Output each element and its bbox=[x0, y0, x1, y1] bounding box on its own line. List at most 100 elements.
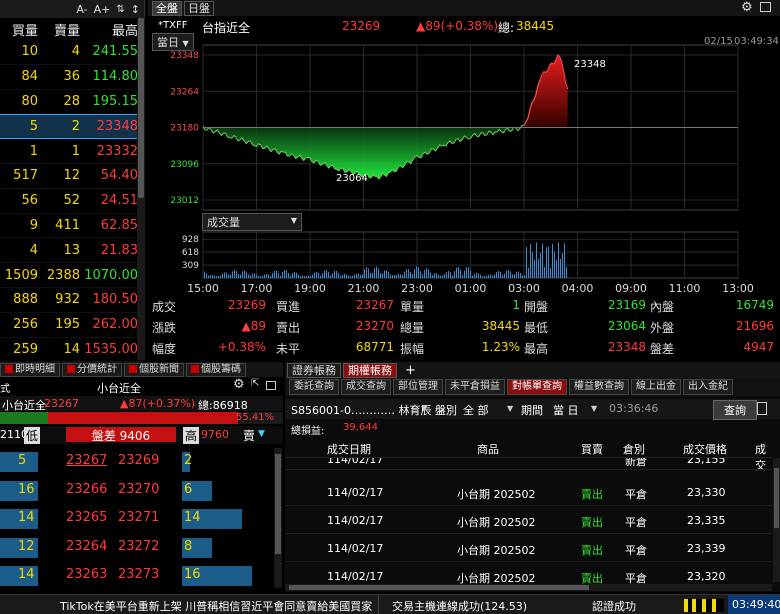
col-buy-qty[interactable]: 買量 bbox=[0, 20, 38, 39]
volume-bar bbox=[296, 272, 297, 278]
settings-icon[interactable]: ↕ bbox=[131, 3, 140, 16]
table-row[interactable]: 517 12 54.40 bbox=[0, 164, 144, 189]
quote-label: 漲跌 bbox=[152, 321, 177, 335]
column-header[interactable]: 成交日期 bbox=[327, 441, 371, 457]
account-subtab[interactable]: 對帳單查詢 bbox=[507, 379, 567, 395]
buy-qty: 256 bbox=[13, 317, 38, 333]
table-row[interactable]: 256 195 262.00 bbox=[0, 313, 144, 338]
font-larger-button[interactable]: A+ bbox=[94, 3, 111, 16]
horizontal-scrollbar[interactable] bbox=[285, 584, 772, 591]
news-ticker[interactable]: TikTok在美平台重新上架 川普稱相信習近平會同意賣給美國買家 bbox=[60, 598, 372, 614]
close-icon[interactable] bbox=[5, 364, 13, 373]
query-button[interactable]: 查詢 bbox=[713, 400, 757, 420]
order-book-row[interactable]: 12 23264 23272 8 bbox=[0, 534, 283, 563]
account-subtab[interactable]: 線上出金 bbox=[631, 379, 681, 395]
table-row[interactable]: 80 28 195.15 bbox=[0, 90, 144, 115]
detail-tab[interactable]: 即時明細 bbox=[0, 362, 60, 377]
detail-tab[interactable]: 個股籌碼 bbox=[186, 362, 246, 377]
volume-bar bbox=[340, 275, 341, 278]
ask-price[interactable]: 23270 bbox=[118, 482, 159, 497]
table-row[interactable]: 114/02/17 小台期 202502 賣出 平倉 23,339 bbox=[285, 534, 772, 562]
volume-bar bbox=[558, 242, 559, 278]
ask-price[interactable]: 23272 bbox=[118, 539, 159, 554]
table-row[interactable]: 1 1 23332 bbox=[0, 139, 144, 164]
add-tab-button[interactable]: + bbox=[405, 363, 416, 378]
ask-price[interactable]: 23273 bbox=[118, 567, 159, 582]
chevron-down-icon[interactable]: ▼ bbox=[421, 404, 427, 413]
list-body: 10 4 241.55 84 36 114.80 80 28 195.15 5 2 23348 1 1 23… bbox=[0, 40, 144, 388]
column-header[interactable]: 買賣 bbox=[581, 441, 603, 457]
column-header[interactable]: 成交價格 bbox=[683, 441, 727, 457]
settings-gear-icon[interactable]: ⚙ bbox=[233, 377, 245, 392]
close-icon[interactable] bbox=[129, 364, 137, 373]
chevron-down-icon[interactable]: ▼ bbox=[258, 429, 265, 439]
table-row[interactable]: 5 2 23348 bbox=[0, 114, 144, 140]
pin-icon[interactable]: ⇱ bbox=[251, 378, 259, 389]
filter-select[interactable]: 全 部 bbox=[463, 402, 489, 418]
volume-bar bbox=[268, 274, 269, 278]
sort-icon[interactable]: ⇅ bbox=[116, 4, 124, 15]
bid-price[interactable]: 23265 bbox=[66, 510, 107, 525]
table-row[interactable]: 888 932 180.50 bbox=[0, 288, 144, 313]
close-icon[interactable] bbox=[191, 364, 199, 373]
account-tab[interactable]: 證券帳務 bbox=[287, 362, 341, 378]
bid-qty: 12 bbox=[18, 538, 35, 554]
table-row[interactable]: 10 4 241.55 bbox=[0, 40, 144, 65]
period-select[interactable]: 當 日 bbox=[553, 402, 579, 418]
bid-price[interactable]: 23263 bbox=[66, 567, 107, 582]
table-row[interactable]: 114/02/17 小台期 202502 賣出 平倉 23,335 bbox=[285, 506, 772, 534]
col-high[interactable]: 最高 bbox=[80, 20, 138, 39]
volume-select[interactable]: 成交量 ▼ bbox=[202, 213, 302, 231]
ask-price[interactable]: 23269 bbox=[118, 453, 159, 468]
table-row[interactable]: 259 14 1535.00 bbox=[0, 338, 144, 363]
volume-bar bbox=[218, 275, 219, 278]
bid-price[interactable]: 23267 bbox=[66, 453, 107, 468]
list-scrollbar[interactable] bbox=[137, 18, 145, 360]
chevron-down-icon[interactable]: ▼ bbox=[507, 404, 513, 413]
account-subtab[interactable]: 權益數查詢 bbox=[569, 379, 629, 395]
ask-price[interactable]: 23271 bbox=[118, 510, 159, 525]
quote-label: 振幅 bbox=[400, 342, 425, 356]
price-chart-svg[interactable]: 23348 23264 23180 23096 23012 928 618 309 15:0… bbox=[148, 0, 780, 296]
volume-bar bbox=[432, 275, 433, 278]
volume-bar bbox=[294, 271, 295, 278]
col-sell-qty[interactable]: 賣量 bbox=[38, 20, 80, 39]
font-smaller-button[interactable]: A- bbox=[76, 3, 87, 16]
bid-price[interactable]: 23264 bbox=[66, 539, 107, 554]
close-icon[interactable] bbox=[67, 364, 75, 373]
price-tick-label: 23348 bbox=[170, 51, 199, 61]
chevron-down-icon[interactable]: ▼ bbox=[591, 404, 597, 413]
export-icon[interactable] bbox=[757, 402, 767, 415]
order-book-row[interactable]: 5 23267 23269 2 bbox=[0, 448, 283, 477]
book-scrollbar[interactable] bbox=[274, 448, 282, 588]
account-subtab[interactable]: 委託查詢 bbox=[289, 379, 339, 395]
table-row[interactable]: 56 52 24.51 bbox=[0, 189, 144, 214]
detail-tab[interactable]: 分價統計 bbox=[62, 362, 122, 377]
table-row[interactable]: 114/02/17 新倉 23,155 bbox=[285, 458, 772, 470]
volume-bar bbox=[540, 252, 541, 278]
account-subtab[interactable]: 部位管理 bbox=[393, 379, 443, 395]
account-subtab[interactable]: 出入金紀 bbox=[683, 379, 733, 395]
detail-tab[interactable]: 個股新聞 bbox=[124, 362, 184, 377]
quote-value: 38445 bbox=[481, 319, 520, 333]
table-row[interactable]: 1509 2388 1070.00 bbox=[0, 263, 144, 288]
account-subtab[interactable]: 成交查詢 bbox=[341, 379, 391, 395]
popout-icon[interactable] bbox=[266, 381, 276, 390]
order-book-row[interactable]: 14 23265 23271 14 bbox=[0, 505, 283, 534]
column-header[interactable]: 倉別 bbox=[623, 441, 645, 457]
volume-bar bbox=[426, 268, 427, 278]
vertical-scrollbar[interactable] bbox=[773, 458, 780, 582]
order-book-row[interactable]: 14 23263 23273 16 bbox=[0, 562, 283, 591]
account-tab[interactable]: 期權帳務 bbox=[343, 362, 397, 378]
table-row[interactable]: 114/02/17 小台期 202502 賣出 平倉 23,330 bbox=[285, 478, 772, 506]
order-book-row[interactable]: 16 23266 23270 6 bbox=[0, 477, 283, 506]
table-row[interactable]: 4 13 21.83 bbox=[0, 238, 144, 264]
account-select[interactable]: S856001-0………… 林育辰 bbox=[291, 402, 431, 418]
pl-value: 39,644 bbox=[343, 422, 378, 433]
column-header[interactable]: 商品 bbox=[477, 441, 499, 457]
table-row[interactable]: 84 36 114.80 bbox=[0, 65, 144, 90]
bid-price[interactable]: 23266 bbox=[66, 482, 107, 497]
quote-value: 68771 bbox=[355, 340, 394, 354]
table-row[interactable]: 9 411 62.85 bbox=[0, 214, 144, 239]
account-subtab[interactable]: 未平倉損益 bbox=[445, 379, 505, 395]
